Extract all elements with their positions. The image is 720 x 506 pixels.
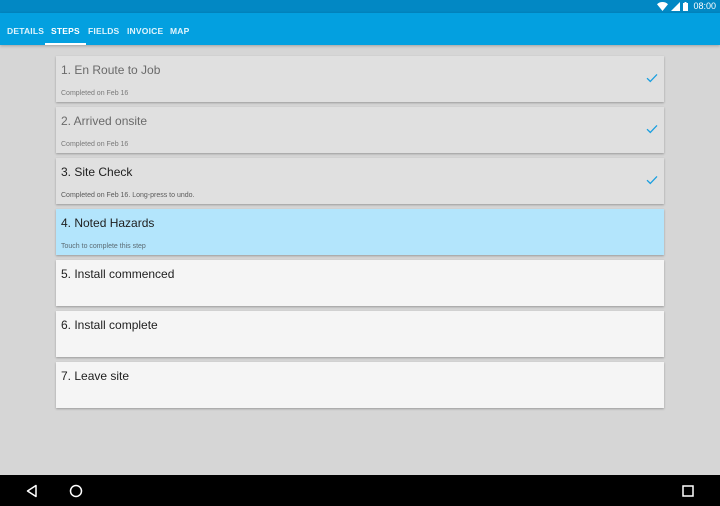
step-card-4[interactable]: 4. Noted Hazards Touch to complete this … (56, 209, 664, 255)
status-time: 08:00 (693, 1, 716, 11)
back-icon (26, 484, 37, 498)
back-button[interactable] (24, 483, 40, 499)
wifi-icon (657, 2, 669, 11)
step-card-7[interactable]: 7. Leave site (56, 362, 664, 408)
battery-icon (683, 2, 689, 11)
tab-details[interactable]: DETAILS (7, 13, 44, 45)
step-title: 5. Install commenced (61, 267, 175, 281)
step-subtitle: Touch to complete this step (61, 243, 146, 250)
step-title: 4. Noted Hazards (61, 216, 155, 230)
home-icon (69, 484, 83, 498)
check-icon (646, 124, 658, 134)
step-card-3[interactable]: 3. Site Check Completed on Feb 16. Long-… (56, 158, 664, 204)
step-title: 6. Install complete (61, 318, 158, 332)
check-icon (646, 73, 658, 83)
tab-bar: DETAILS STEPS FIELDS INVOICE MAP (0, 13, 720, 45)
step-card-2[interactable]: 2. Arrived onsite Completed on Feb 16 (56, 107, 664, 153)
navigation-bar (0, 475, 720, 506)
step-title: 7. Leave site (61, 369, 130, 383)
cell-signal-icon (671, 2, 681, 11)
step-subtitle: Completed on Feb 16 (61, 90, 129, 97)
tab-invoice[interactable]: INVOICE (127, 13, 163, 45)
step-card-5[interactable]: 5. Install commenced (56, 260, 664, 306)
tab-fields[interactable]: FIELDS (88, 13, 119, 45)
home-button[interactable] (68, 483, 84, 499)
step-card-1[interactable]: 1. En Route to Job Completed on Feb 16 (56, 56, 664, 102)
step-title: 2. Arrived onsite (61, 114, 148, 128)
tab-map[interactable]: MAP (170, 13, 190, 45)
step-subtitle: Completed on Feb 16. Long-press to undo. (61, 192, 195, 199)
tab-steps[interactable]: STEPS (45, 13, 86, 45)
status-bar: 08:00 (0, 0, 720, 13)
step-card-6[interactable]: 6. Install complete (56, 311, 664, 357)
recents-button[interactable] (680, 483, 696, 499)
recents-icon (682, 485, 694, 497)
step-title: 1. En Route to Job (61, 63, 161, 77)
step-title: 3. Site Check (61, 165, 133, 179)
step-subtitle: Completed on Feb 16 (61, 141, 129, 148)
check-icon (646, 175, 658, 185)
status-icons: 08:00 (657, 1, 716, 12)
